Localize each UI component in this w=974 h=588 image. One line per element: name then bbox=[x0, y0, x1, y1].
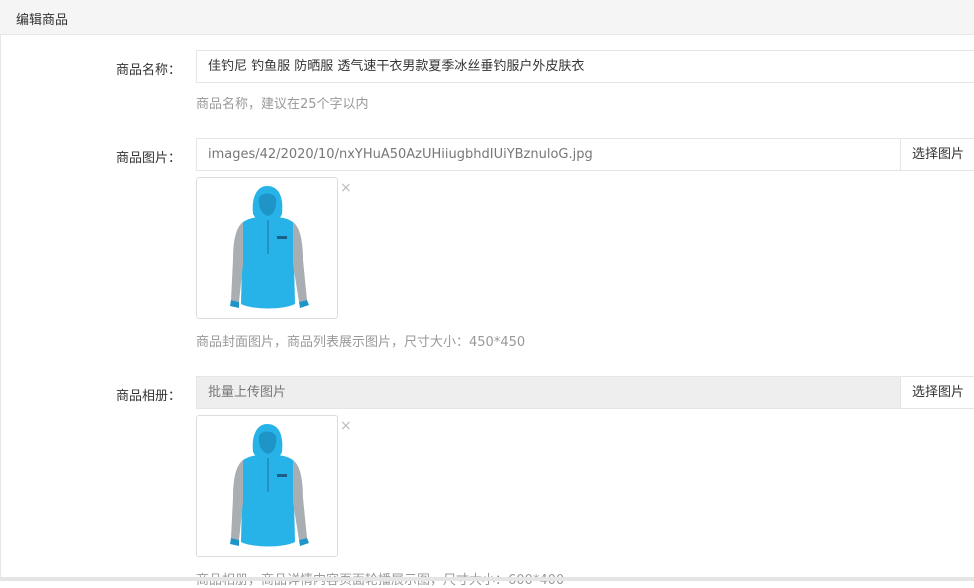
remove-image-close-icon[interactable]: × bbox=[340, 181, 352, 195]
product-image-label: 商品图片： bbox=[115, 151, 181, 166]
jacket-image bbox=[230, 186, 309, 309]
product-album-input[interactable]: 批量上传图片 bbox=[196, 376, 901, 409]
product-album-thumbnail[interactable] bbox=[196, 415, 338, 557]
product-name-input[interactable]: 佳钓尼 钓鱼服 防晒服 透气速干衣男款夏季冰丝垂钓服户外皮肤衣 bbox=[196, 50, 974, 83]
product-image-thumbnail[interactable] bbox=[196, 177, 338, 319]
product-album-label: 商品相册： bbox=[115, 389, 181, 404]
product-name-help: 商品名称，建议在25个字以内 bbox=[196, 97, 369, 112]
bottom-divider bbox=[0, 577, 974, 581]
panel-heading: 编辑商品 bbox=[0, 0, 974, 35]
panel-title: 编辑商品 bbox=[16, 13, 69, 28]
jacket-image bbox=[230, 424, 309, 547]
select-image-button[interactable]: 选择图片 bbox=[900, 138, 974, 171]
product-image-path-input[interactable]: images/42/2020/10/nxYHuA50AzUHiiugbhdIUi… bbox=[196, 138, 901, 171]
panel-border bbox=[0, 35, 1, 581]
select-album-images-button[interactable]: 选择图片 bbox=[900, 376, 974, 409]
product-name-label: 商品名称： bbox=[115, 63, 181, 78]
remove-album-image-close-icon[interactable]: × bbox=[340, 419, 352, 433]
product-image-help: 商品封面图片，商品列表展示图片，尺寸大小：450*450 bbox=[196, 335, 526, 350]
